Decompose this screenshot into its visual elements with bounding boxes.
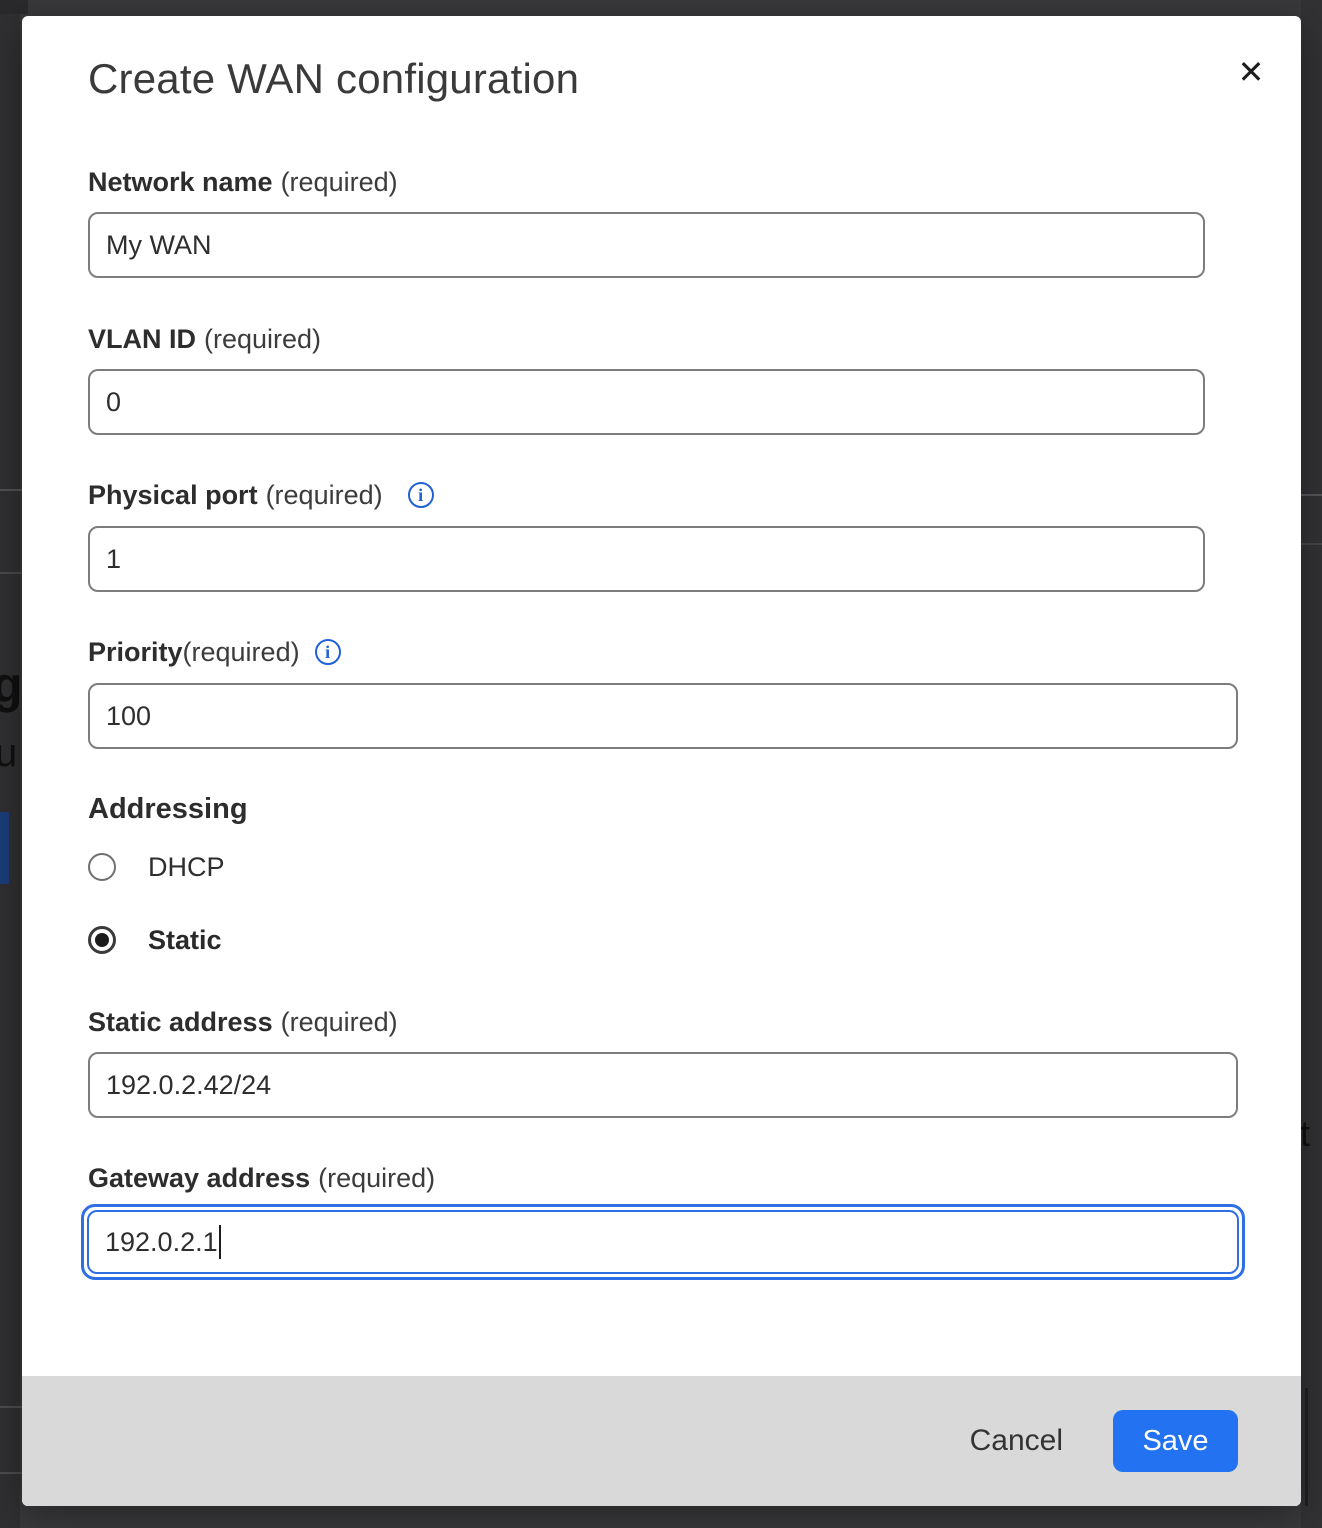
info-icon[interactable]: i xyxy=(408,482,434,508)
static-address-label: Static address xyxy=(88,1006,273,1038)
occluded-page-divider xyxy=(1301,494,1322,496)
gateway-address-focus-ring: 192.0.2.1 xyxy=(81,1204,1245,1280)
occluded-page-button xyxy=(0,812,9,884)
static-address-input[interactable] xyxy=(88,1052,1238,1118)
close-icon: ✕ xyxy=(1238,56,1265,88)
field-vlan-id: VLAN ID (required) xyxy=(88,323,1301,435)
dhcp-option-label: DHCP xyxy=(148,852,225,883)
field-label-row: Priority (required) i xyxy=(88,636,1301,668)
field-priority: Priority (required) i xyxy=(88,636,1301,749)
vlan-id-input[interactable] xyxy=(88,369,1205,435)
occluded-page-divider xyxy=(0,572,22,574)
text-cursor xyxy=(219,1225,221,1259)
occluded-page-divider xyxy=(0,1472,22,1474)
occluded-page-divider xyxy=(0,1406,22,1408)
required-hint: (required) xyxy=(318,1162,435,1194)
static-option-label: Static xyxy=(148,925,222,956)
field-network-name: Network name (required) xyxy=(88,166,1301,278)
field-physical-port: Physical port (required) i xyxy=(88,479,1301,592)
field-label-row: Physical port (required) i xyxy=(88,479,1301,511)
gateway-address-label: Gateway address xyxy=(88,1162,310,1194)
field-gateway-address: Gateway address (required) 192.0.2.1 xyxy=(88,1162,1301,1280)
network-name-label: Network name xyxy=(88,166,273,198)
occluded-page-divider xyxy=(1301,543,1322,545)
required-hint: (required) xyxy=(183,636,300,668)
physical-port-input[interactable] xyxy=(88,526,1205,592)
priority-label: Priority xyxy=(88,636,183,668)
physical-port-label: Physical port xyxy=(88,479,258,511)
addressing-heading: Addressing xyxy=(88,791,1301,827)
radio-unselected-icon[interactable] xyxy=(88,853,116,881)
occluded-page-corner xyxy=(0,0,28,14)
save-button[interactable]: Save xyxy=(1113,1410,1238,1472)
field-label-row: Static address (required) xyxy=(88,1006,1301,1038)
field-static-address: Static address (required) xyxy=(88,1006,1301,1118)
field-label-row: Network name (required) xyxy=(88,166,1301,198)
required-hint: (required) xyxy=(266,479,383,511)
vlan-id-label: VLAN ID xyxy=(88,323,196,355)
radio-selected-icon[interactable] xyxy=(88,926,116,954)
occluded-page-divider xyxy=(1305,1388,1308,1506)
close-button[interactable]: ✕ xyxy=(1231,52,1271,92)
field-label-row: VLAN ID (required) xyxy=(88,323,1301,355)
radio-dot xyxy=(95,933,109,947)
dialog-title: Create WAN configuration xyxy=(88,54,1301,104)
info-icon[interactable]: i xyxy=(315,639,341,665)
screen: g u t l t ✕ Create WAN configuration Net… xyxy=(0,0,1322,1528)
required-hint: (required) xyxy=(204,323,321,355)
occluded-page-divider xyxy=(0,489,22,491)
create-wan-dialog: ✕ Create WAN configuration Network name … xyxy=(22,16,1301,1506)
required-hint: (required) xyxy=(281,166,398,198)
occluded-page-text: u xyxy=(0,733,17,773)
cancel-button[interactable]: Cancel xyxy=(966,1414,1067,1468)
gateway-address-value: 192.0.2.1 xyxy=(105,1227,218,1258)
addressing-option-dhcp[interactable]: DHCP xyxy=(88,853,1301,881)
network-name-input[interactable] xyxy=(88,212,1205,278)
required-hint: (required) xyxy=(281,1006,398,1038)
dialog-body: ✕ Create WAN configuration Network name … xyxy=(22,16,1301,1506)
addressing-option-static[interactable]: Static xyxy=(88,926,1301,954)
occluded-page-text: t xyxy=(1300,1116,1310,1152)
dialog-footer: Cancel Save xyxy=(22,1376,1301,1506)
field-label-row: Gateway address (required) xyxy=(88,1162,1301,1194)
occluded-page-text: g xyxy=(0,660,23,710)
priority-input[interactable] xyxy=(88,683,1238,749)
gateway-address-input[interactable]: 192.0.2.1 xyxy=(87,1210,1239,1274)
